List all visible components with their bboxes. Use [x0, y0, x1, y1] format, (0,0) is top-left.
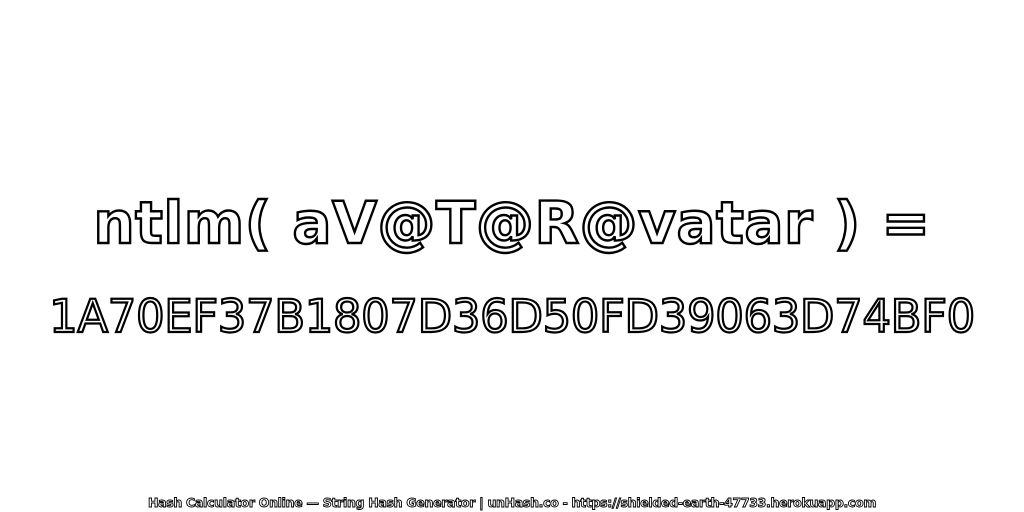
hash-value: 1A70EF37B1807D36D50FD39063D74BF0: [48, 289, 976, 344]
hash-expression: ntlm( aV@T@R@vatar ) =: [92, 188, 931, 258]
hash-result-image: ntlm( aV@T@R@vatar ) = 1A70EF37B1807D36D…: [0, 0, 1024, 512]
footer-credit: Hash Calculator Online — String Hash Gen…: [147, 495, 877, 511]
